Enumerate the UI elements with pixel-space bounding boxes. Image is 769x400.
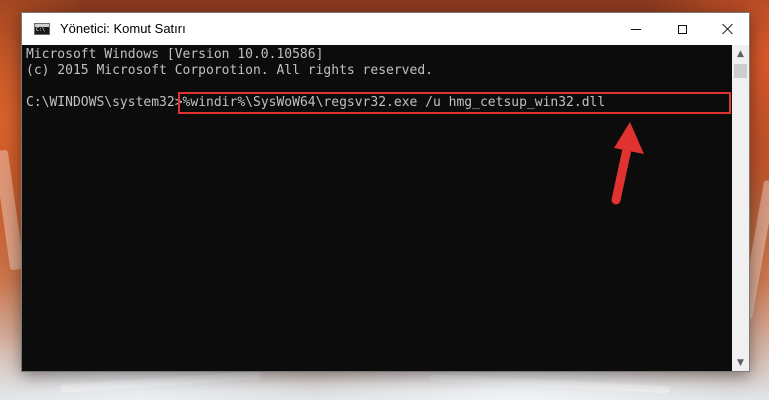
- scroll-up-icon[interactable]: ▲: [732, 45, 749, 62]
- title-bar[interactable]: Yönetici: Komut Satırı: [22, 13, 749, 45]
- close-button[interactable]: [705, 13, 751, 45]
- annotation-arrow-icon: [611, 122, 644, 205]
- maximize-icon: [677, 24, 687, 34]
- scroll-down-icon[interactable]: ▼: [732, 354, 749, 371]
- arrow-head: [614, 122, 644, 154]
- command-highlight-box: [178, 92, 731, 114]
- prompt-text: C:\WINDOWS\system32>: [26, 95, 183, 110]
- background-streak: [429, 373, 671, 394]
- vertical-scrollbar[interactable]: ▲ ▼: [732, 45, 749, 371]
- scroll-thumb[interactable]: [734, 64, 747, 78]
- console-line: Microsoft Windows [Version 10.0.10586]: [26, 47, 324, 62]
- cmd-icon[interactable]: [34, 23, 50, 35]
- minimize-icon: [631, 28, 641, 30]
- close-icon: [722, 23, 734, 35]
- console-output[interactable]: Microsoft Windows [Version 10.0.10586] (…: [22, 45, 732, 371]
- window-title: Yönetici: Komut Satırı: [60, 21, 186, 36]
- minimize-button[interactable]: [613, 13, 659, 45]
- console-line: (c) 2015 Microsoft Corporotion. All righ…: [26, 63, 433, 78]
- background-streak: [59, 371, 261, 393]
- maximize-button[interactable]: [659, 13, 705, 45]
